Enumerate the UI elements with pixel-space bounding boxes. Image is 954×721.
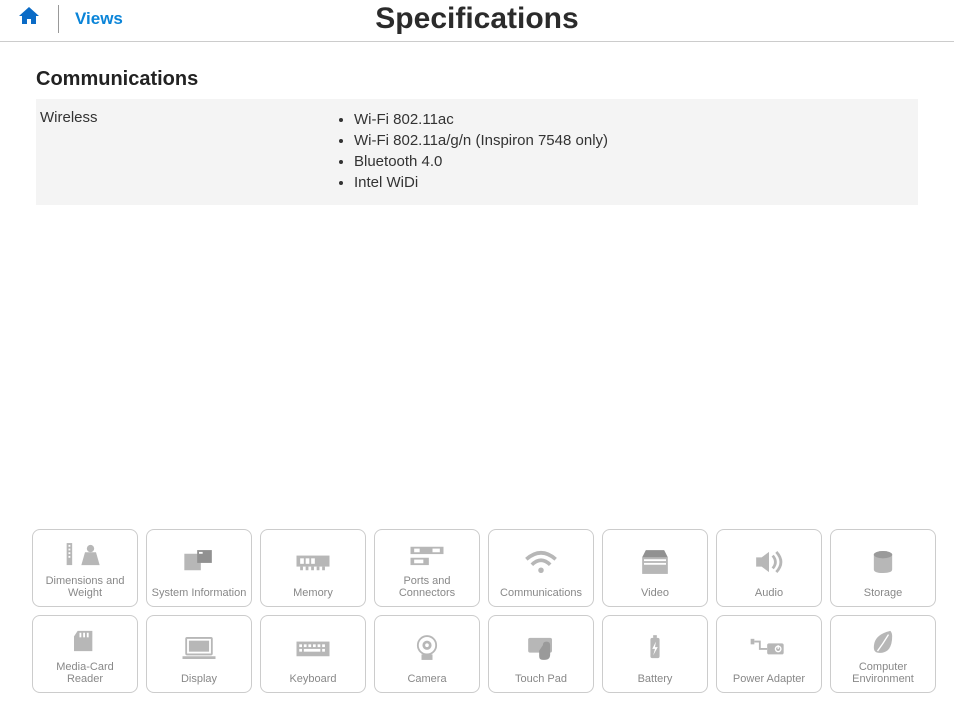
display-icon — [151, 622, 247, 673]
nav-label: Display — [181, 673, 217, 686]
spec-values: Wi-Fi 802.11ac Wi-Fi 802.11a/g/n (Inspir… — [336, 109, 608, 193]
nav-tile-power-adapter[interactable]: Power Adapter — [716, 615, 822, 693]
touchpad-icon — [493, 622, 589, 673]
spec-value-item: Intel WiDi — [354, 172, 608, 193]
video-icon — [607, 536, 703, 587]
header-divider — [58, 5, 59, 33]
spec-value-item: Wi-Fi 802.11ac — [354, 109, 608, 130]
nav-label: Computer Environment — [835, 661, 931, 686]
spec-row-wireless: Wireless Wi-Fi 802.11ac Wi-Fi 802.11a/g/… — [36, 99, 918, 205]
nav-label: Ports and Connectors — [379, 575, 475, 600]
section-title: Communications — [36, 68, 918, 91]
nav-tile-keyboard[interactable]: Keyboard — [260, 615, 366, 693]
storage-icon — [835, 536, 931, 587]
audio-icon — [721, 536, 817, 587]
views-link[interactable]: Views — [75, 9, 123, 29]
content-area: Communications Wireless Wi-Fi 802.11ac W… — [0, 42, 954, 205]
nav-grid: Dimensions and Weight System Information… — [32, 529, 938, 701]
nav-label: Media-Card Reader — [37, 661, 133, 686]
nav-tile-computer-environment[interactable]: Computer Environment — [830, 615, 936, 693]
leaf-icon — [835, 622, 931, 661]
nav-label: Video — [641, 587, 669, 600]
battery-icon — [607, 622, 703, 673]
power-adapter-icon — [721, 622, 817, 673]
home-button[interactable] — [0, 4, 58, 33]
page-title: Specifications — [0, 2, 954, 36]
spec-label: Wireless — [36, 109, 336, 193]
system-info-icon — [151, 536, 247, 587]
wifi-icon — [493, 536, 589, 587]
keyboard-icon — [265, 622, 361, 673]
nav-tile-battery[interactable]: Battery — [602, 615, 708, 693]
ports-icon — [379, 536, 475, 575]
nav-tile-system-information[interactable]: System Information — [146, 529, 252, 607]
nav-label: Audio — [755, 587, 783, 600]
nav-row-1: Dimensions and Weight System Information… — [32, 529, 938, 607]
ruler-weight-icon — [37, 536, 133, 575]
nav-tile-video[interactable]: Video — [602, 529, 708, 607]
header-bar: Views Specifications — [0, 0, 954, 42]
nav-label: Communications — [500, 587, 582, 600]
nav-label: Camera — [407, 673, 446, 686]
nav-label: Power Adapter — [733, 673, 805, 686]
nav-tile-communications[interactable]: Communications — [488, 529, 594, 607]
spec-value-item: Wi-Fi 802.11a/g/n (Inspiron 7548 only) — [354, 130, 608, 151]
nav-tile-touch-pad[interactable]: Touch Pad — [488, 615, 594, 693]
nav-label: Keyboard — [289, 673, 336, 686]
nav-label: Battery — [638, 673, 673, 686]
nav-tile-camera[interactable]: Camera — [374, 615, 480, 693]
nav-tile-audio[interactable]: Audio — [716, 529, 822, 607]
nav-tile-dimensions-weight[interactable]: Dimensions and Weight — [32, 529, 138, 607]
nav-tile-display[interactable]: Display — [146, 615, 252, 693]
nav-tile-media-card-reader[interactable]: Media-Card Reader — [32, 615, 138, 693]
nav-label: Touch Pad — [515, 673, 567, 686]
spec-value-item: Bluetooth 4.0 — [354, 151, 608, 172]
home-icon — [16, 4, 42, 28]
nav-label: Dimensions and Weight — [37, 575, 133, 600]
sd-card-icon — [37, 622, 133, 661]
nav-label: System Information — [152, 587, 247, 600]
nav-tile-memory[interactable]: Memory — [260, 529, 366, 607]
nav-tile-storage[interactable]: Storage — [830, 529, 936, 607]
memory-icon — [265, 536, 361, 587]
nav-row-2: Media-Card Reader Display Keyboard Camer… — [32, 615, 938, 693]
nav-label: Memory — [293, 587, 333, 600]
nav-label: Storage — [864, 587, 903, 600]
nav-tile-ports-connectors[interactable]: Ports and Connectors — [374, 529, 480, 607]
camera-icon — [379, 622, 475, 673]
